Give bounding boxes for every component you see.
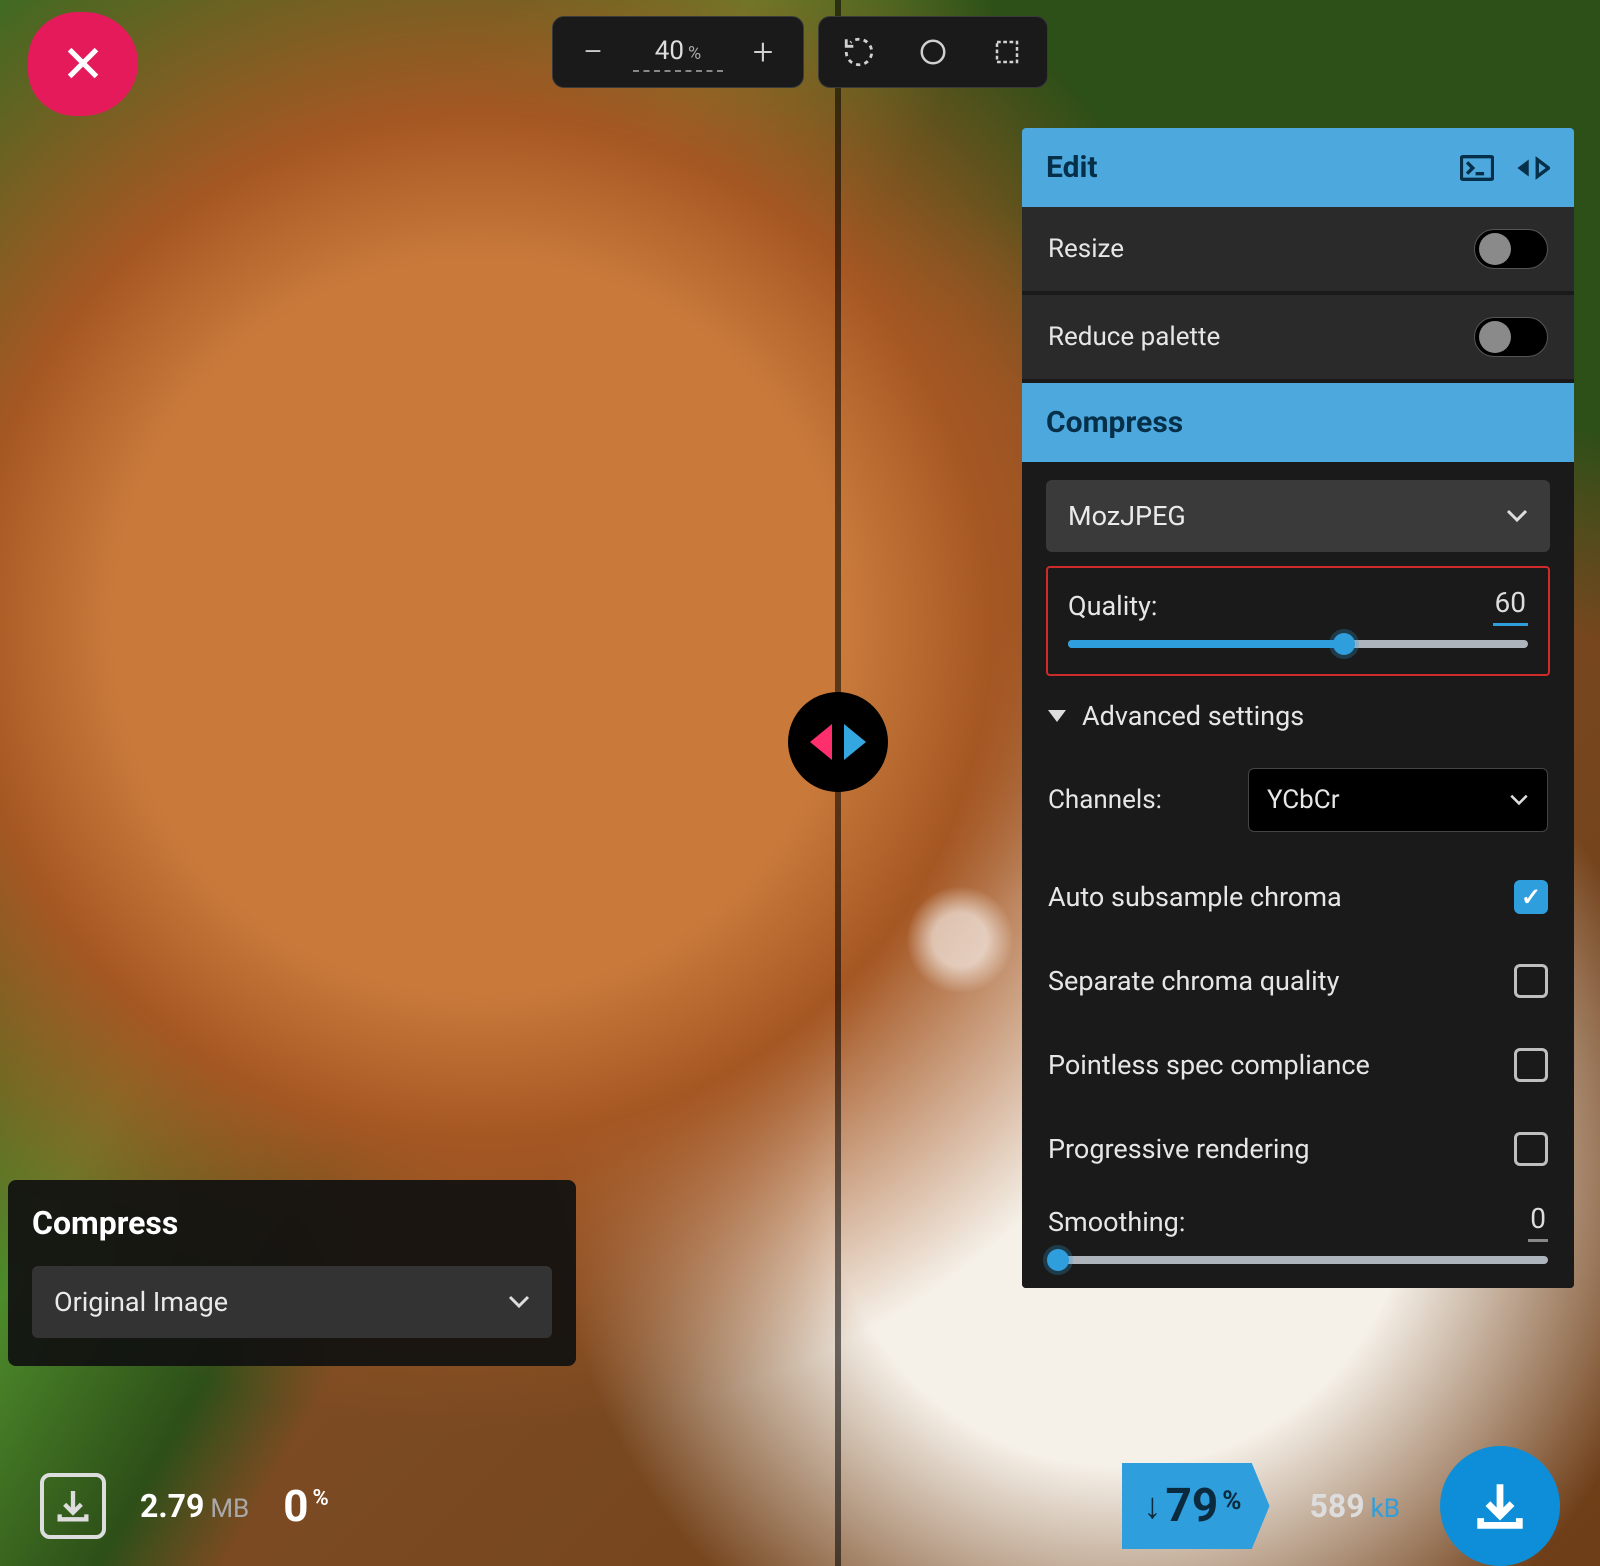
quality-box: Quality: 60 bbox=[1046, 566, 1550, 676]
close-button[interactable]: ✕ bbox=[28, 12, 138, 116]
rotate-button[interactable] bbox=[825, 23, 893, 81]
left-mode-select[interactable]: Original Image bbox=[32, 1266, 552, 1338]
smoothing-slider[interactable] bbox=[1048, 1256, 1548, 1264]
advanced-label: Advanced settings bbox=[1082, 700, 1304, 732]
download-original-button[interactable] bbox=[40, 1473, 106, 1539]
auto-subsample-row: Auto subsample chroma bbox=[1046, 860, 1550, 934]
footer-left: 2.79MB 0% bbox=[0, 1446, 800, 1566]
progressive-label: Progressive rendering bbox=[1048, 1133, 1310, 1165]
resize-toggle[interactable] bbox=[1474, 229, 1548, 269]
codec-value: MozJPEG bbox=[1068, 500, 1186, 532]
channels-value: YCbCr bbox=[1267, 785, 1340, 815]
cli-icon[interactable] bbox=[1460, 154, 1494, 182]
footer-right: ↓ 79% 589kB bbox=[800, 1446, 1600, 1566]
crop-button[interactable] bbox=[973, 23, 1041, 81]
background-toggle-button[interactable] bbox=[899, 23, 967, 81]
channels-label: Channels: bbox=[1048, 785, 1162, 815]
smoothing-label: Smoothing: bbox=[1048, 1206, 1185, 1238]
savings-badge: ↓ 79% bbox=[1122, 1463, 1270, 1549]
pointless-label: Pointless spec compliance bbox=[1048, 1049, 1370, 1081]
zoom-number: 40 bbox=[655, 36, 684, 66]
edit-title: Edit bbox=[1046, 150, 1098, 185]
codec-select[interactable]: MozJPEG bbox=[1046, 480, 1550, 552]
zoom-value[interactable]: 40% bbox=[633, 32, 723, 72]
chevron-down-icon bbox=[1509, 794, 1529, 806]
zoom-unit: % bbox=[688, 43, 701, 64]
resize-row: Resize bbox=[1022, 207, 1574, 295]
download-compressed-button[interactable] bbox=[1440, 1446, 1560, 1566]
left-compress-title: Compress bbox=[32, 1204, 552, 1242]
original-size: 2.79MB bbox=[140, 1487, 249, 1525]
quality-label: Quality: bbox=[1068, 590, 1157, 622]
channels-row: Channels: YCbCr bbox=[1046, 750, 1550, 850]
resize-label: Resize bbox=[1048, 234, 1124, 264]
footer: 2.79MB 0% ↓ 79% 589kB bbox=[0, 1446, 1600, 1566]
advanced-toggle[interactable]: Advanced settings bbox=[1046, 686, 1550, 740]
left-mode-value: Original Image bbox=[54, 1286, 228, 1318]
smoothing-value[interactable]: 0 bbox=[1528, 1202, 1548, 1242]
down-arrow-icon: ↓ bbox=[1144, 1485, 1162, 1527]
auto-subsample-checkbox[interactable] bbox=[1514, 880, 1548, 914]
savings-pct: 79 bbox=[1166, 1479, 1219, 1533]
handle-left-icon bbox=[810, 724, 832, 760]
chevron-down-icon bbox=[1048, 710, 1066, 722]
copy-across-icon[interactable] bbox=[1516, 154, 1550, 182]
compressed-size: 589kB bbox=[1310, 1487, 1400, 1525]
separate-chroma-label: Separate chroma quality bbox=[1048, 965, 1339, 997]
separate-chroma-row: Separate chroma quality bbox=[1046, 944, 1550, 1018]
pointless-checkbox[interactable] bbox=[1514, 1048, 1548, 1082]
progressive-row: Progressive rendering bbox=[1046, 1112, 1550, 1186]
split-handle[interactable] bbox=[788, 692, 888, 792]
pointless-row: Pointless spec compliance bbox=[1046, 1028, 1550, 1102]
settings-panel: Edit Resize Reduce palette Compress MozJ… bbox=[1022, 128, 1574, 1288]
zoom-out-button[interactable]: − bbox=[559, 23, 627, 81]
chevron-down-icon bbox=[508, 1295, 530, 1309]
edit-header: Edit bbox=[1022, 128, 1574, 207]
reduce-palette-toggle[interactable] bbox=[1474, 317, 1548, 357]
compress-title: Compress bbox=[1046, 405, 1183, 440]
left-compress-panel: Compress Original Image bbox=[8, 1180, 576, 1366]
reduce-palette-label: Reduce palette bbox=[1048, 322, 1220, 352]
separate-chroma-checkbox[interactable] bbox=[1514, 964, 1548, 998]
zoom-in-button[interactable]: + bbox=[729, 23, 797, 81]
zoom-group: − 40% + bbox=[552, 16, 804, 88]
compress-header: Compress bbox=[1022, 383, 1574, 462]
chevron-down-icon bbox=[1506, 509, 1528, 523]
top-toolbar: − 40% + bbox=[552, 16, 1048, 88]
quality-value[interactable]: 60 bbox=[1493, 586, 1528, 626]
reduce-palette-row: Reduce palette bbox=[1022, 295, 1574, 383]
quality-slider[interactable] bbox=[1068, 640, 1528, 648]
auto-subsample-label: Auto subsample chroma bbox=[1048, 881, 1342, 913]
transform-group bbox=[818, 16, 1048, 88]
original-pct: 0% bbox=[283, 1480, 328, 1532]
handle-right-icon bbox=[844, 724, 866, 760]
channels-select[interactable]: YCbCr bbox=[1248, 768, 1548, 832]
progressive-checkbox[interactable] bbox=[1514, 1132, 1548, 1166]
close-icon: ✕ bbox=[61, 34, 105, 95]
